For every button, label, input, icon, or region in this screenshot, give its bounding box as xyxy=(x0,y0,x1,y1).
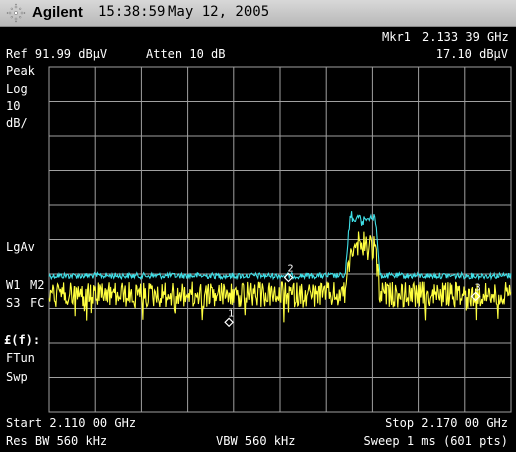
spectrum-graticule: 1 2 3 xyxy=(48,66,512,413)
marker-number-label: 1 xyxy=(228,308,234,319)
marker-diamond-icon xyxy=(224,317,234,328)
stop-frequency: Stop 2.170 00 GHz xyxy=(385,416,508,430)
grid-lines xyxy=(48,66,512,413)
marker-number-label: 2 xyxy=(287,263,293,274)
marker-number-label: 3 xyxy=(475,282,481,293)
start-frequency: Start 2.110 00 GHz xyxy=(6,416,137,430)
sweep-time: Sweep 1 ms (601 pts) xyxy=(363,434,509,448)
resolution-bandwidth: Res BW 560 kHz xyxy=(6,434,108,448)
analyzer-screen: Agilent 15:38:59 May 12, 2005 Mkr1 2.133… xyxy=(0,0,516,452)
video-bandwidth: VBW 560 kHz xyxy=(216,434,296,448)
